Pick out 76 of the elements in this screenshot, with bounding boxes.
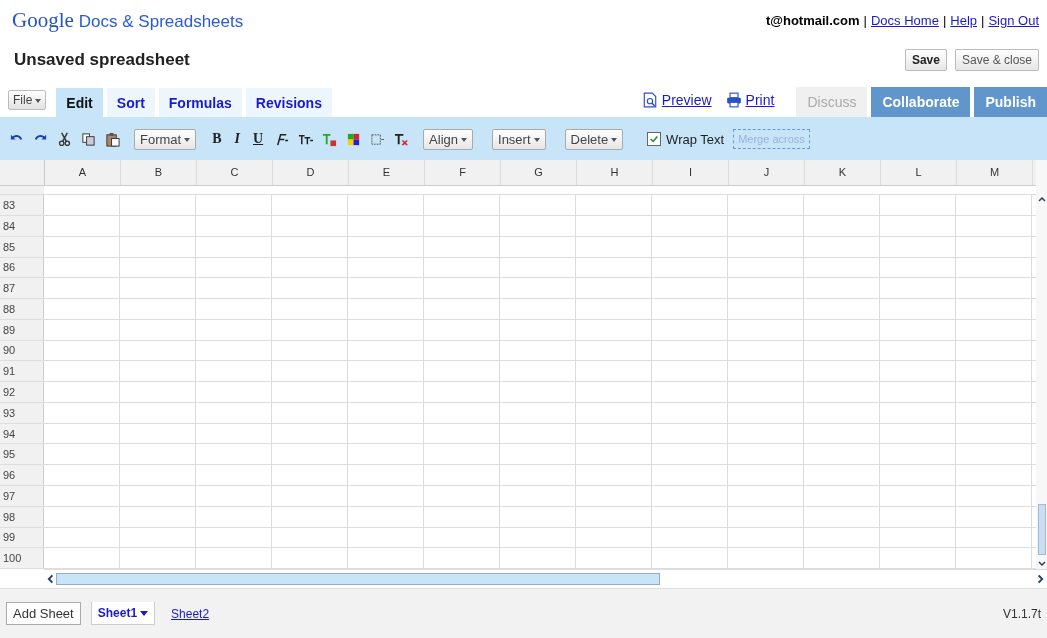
tab[interactable]: Revisions [245, 88, 332, 117]
row-header[interactable]: 96 [0, 465, 44, 485]
column-header[interactable]: E [349, 160, 425, 185]
row-header[interactable]: 93 [0, 402, 44, 423]
column-header[interactable]: H [577, 160, 653, 185]
logo: Google [12, 7, 74, 33]
save-button[interactable]: Save [904, 49, 947, 71]
file-menu[interactable]: File [8, 90, 47, 110]
row-header[interactable]: 94 [0, 423, 44, 444]
column-header[interactable]: K [805, 160, 881, 185]
column-header[interactable]: B [121, 160, 197, 185]
toolbar-link[interactable]: Print [745, 92, 775, 108]
row-header[interactable]: 87 [0, 278, 44, 299]
tab[interactable]: Edit [56, 88, 103, 117]
row-header[interactable]: 91 [0, 361, 44, 382]
text-style-button[interactable]: B [210, 131, 224, 147]
column-header[interactable]: L [881, 160, 957, 185]
row-header[interactable]: 88 [0, 299, 44, 319]
column-header[interactable]: M [957, 160, 1033, 185]
document-title: Unsaved spreadsheet [14, 50, 190, 70]
text-style-button[interactable]: I [232, 131, 242, 147]
row-header[interactable]: 84 [0, 216, 44, 236]
separator: | [942, 12, 947, 28]
row-header[interactable]: 86 [0, 257, 44, 278]
column-header[interactable]: C [197, 160, 273, 185]
checkbox[interactable] [647, 132, 662, 146]
copy-icon[interactable] [81, 131, 96, 147]
fill-color-icon[interactable] [346, 131, 362, 147]
row-header[interactable]: 99 [0, 527, 44, 548]
tab[interactable]: Sort [106, 88, 155, 117]
preview-icon[interactable] [641, 92, 658, 108]
column-header[interactable]: J [729, 160, 805, 185]
row-header[interactable]: 95 [0, 444, 44, 465]
row-header[interactable]: 92 [0, 382, 44, 402]
add-sheet-button[interactable]: Add Sheet [6, 602, 81, 625]
scroll-up-icon[interactable] [1036, 194, 1047, 204]
header-link[interactable]: Docs Home [870, 12, 939, 28]
column-header[interactable]: A [45, 160, 121, 185]
tab[interactable]: Formulas [158, 88, 242, 117]
row-header[interactable]: 89 [0, 319, 44, 340]
column-header[interactable]: F [425, 160, 501, 185]
scroll-down-icon[interactable] [1036, 559, 1047, 569]
sheet-tab[interactable]: Sheet2 [165, 602, 216, 625]
text-color-icon[interactable] [322, 131, 338, 147]
toolbar-link[interactable]: Preview [661, 92, 712, 108]
header-link[interactable]: Help [950, 12, 977, 28]
wrap-text-label: Wrap Text [666, 131, 725, 147]
format-menu[interactable]: Format [134, 128, 197, 150]
toolbar-menu[interactable]: Align [423, 128, 473, 150]
save-button[interactable]: Save & close [954, 49, 1039, 71]
column-header[interactable]: I [653, 160, 729, 185]
clipboard-icon[interactable] [105, 131, 120, 147]
row-header[interactable]: 83 [0, 195, 44, 215]
toolbar-menu[interactable]: Insert [492, 128, 546, 150]
border-icon[interactable] [370, 131, 386, 147]
scissors-icon[interactable] [57, 131, 72, 147]
row-header[interactable]: 100 [0, 548, 44, 569]
row-header[interactable]: 90 [0, 340, 44, 361]
version-label: V1.1.7t [1002, 606, 1041, 621]
printer-icon[interactable] [725, 92, 742, 108]
column-header[interactable]: G [501, 160, 577, 185]
row-header[interactable]: 85 [0, 236, 44, 257]
sheet-tab[interactable]: Sheet1 [90, 602, 156, 625]
clear-format-icon[interactable] [394, 131, 410, 147]
separator: | [863, 12, 867, 28]
product-name: Docs & Spreadsheets [78, 11, 244, 32]
toolbar-menu[interactable]: Delete [564, 128, 624, 150]
row-header[interactable]: 98 [0, 506, 44, 527]
separator: | [981, 12, 985, 28]
checkmark-icon [649, 134, 660, 144]
font-icon[interactable] [274, 131, 290, 147]
account-email: t@hotmail.com [766, 12, 860, 28]
header-link[interactable]: Sign Out [988, 12, 1039, 28]
column-header[interactable]: D [273, 160, 349, 185]
text-style-button[interactable]: U [250, 131, 266, 147]
row-header[interactable]: 97 [0, 485, 44, 506]
